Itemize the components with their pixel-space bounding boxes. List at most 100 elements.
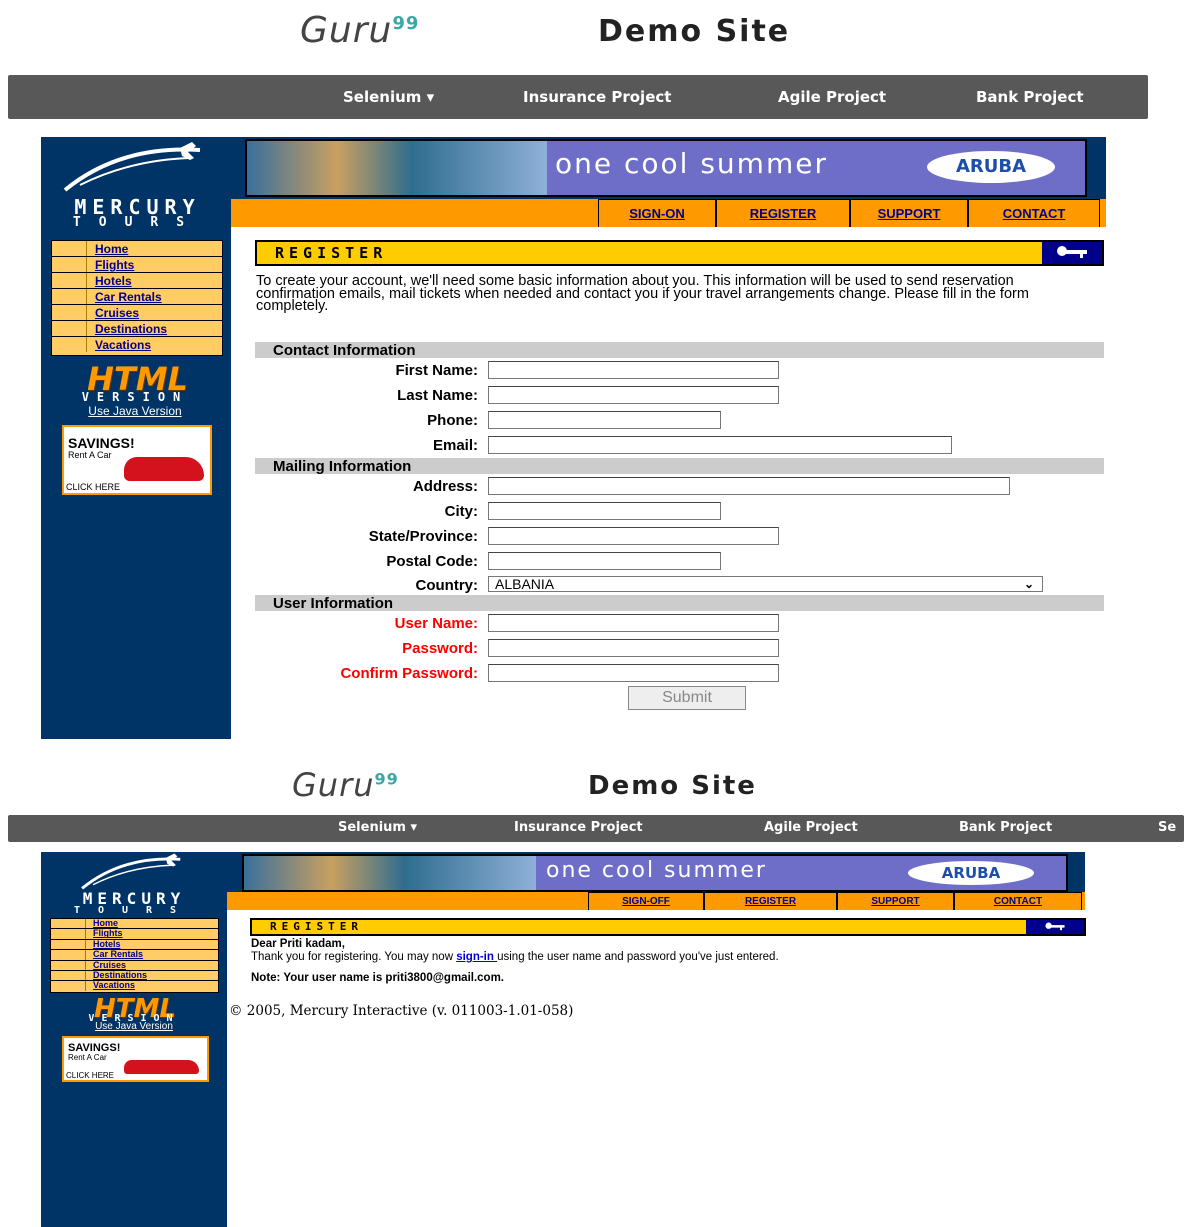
last-name-input[interactable] — [488, 386, 779, 404]
postal-code-label: Postal Code: — [386, 553, 478, 570]
email-input[interactable] — [488, 436, 952, 454]
intro-paragraph: To create your account, we'll need some … — [256, 273, 1029, 314]
nav-support[interactable]: SUPPORT — [850, 199, 968, 227]
logo-sup: 99 — [374, 769, 399, 789]
aruba-logo: ARUBA — [908, 861, 1034, 885]
register-title-bar: REGISTER — [255, 240, 1104, 266]
car-image — [124, 1060, 199, 1074]
first-name-label: First Name: — [395, 362, 478, 379]
top-navbar: Selenium ▾ Insurance Project Agile Proje… — [8, 75, 1148, 119]
top-nav-links: SIGN-ON REGISTER SUPPORT CONTACT — [598, 199, 1100, 227]
nav-bank-project[interactable]: Bank Project — [976, 88, 1084, 106]
key-icon-box — [1026, 920, 1084, 934]
guru99-logo[interactable]: Guru99 — [292, 766, 399, 804]
username-note: Note: Your user name is priti3800@gmail.… — [251, 972, 505, 984]
mercury-brand: MERCURY TOURS — [50, 195, 225, 230]
banner-slogan: one cool summer — [555, 147, 828, 180]
menu-home[interactable]: Home — [95, 242, 128, 256]
logo-text: Guru — [300, 10, 393, 51]
nav-contact[interactable]: CONTACT — [968, 199, 1100, 227]
aruba-banner[interactable]: one cool summer ARUBA — [245, 139, 1087, 197]
version-label: VERSION — [81, 390, 189, 404]
nav-sign-off[interactable]: SIGN-OFF — [588, 892, 704, 910]
menu-vacations[interactable]: Vacations — [93, 980, 135, 990]
nav-insurance-project[interactable]: Insurance Project — [523, 88, 671, 106]
menu-car-rentals[interactable]: Car Rentals — [93, 949, 143, 959]
country-select[interactable]: ALBANIA ⌄ — [488, 576, 1043, 592]
nav-sign-on[interactable]: SIGN-ON — [598, 199, 716, 227]
use-java-version-link[interactable]: Use Java Version — [55, 1021, 213, 1032]
menu-row: Vacations — [52, 337, 222, 352]
menu-destinations[interactable]: Destinations — [93, 970, 147, 980]
nav-support[interactable]: SUPPORT — [837, 892, 954, 910]
confirm-password-input[interactable] — [488, 664, 779, 682]
rent-a-car-ad[interactable]: SAVINGS! Rent A Car CLICK HERE — [62, 425, 212, 495]
banner-photo — [244, 856, 536, 890]
mailing-section-label: Mailing Information — [273, 458, 412, 475]
menu-hotels[interactable]: Hotels — [93, 939, 121, 949]
top-navbar: Selenium ▾ Insurance Project Agile Proje… — [8, 815, 1184, 842]
phone-label: Phone: — [427, 412, 478, 429]
phone-input[interactable] — [488, 411, 721, 429]
menu-cruises[interactable]: Cruises — [93, 960, 126, 970]
mercury-side-menu: Home Flights Hotels Car Rentals Cruises … — [51, 240, 223, 356]
address-input[interactable] — [488, 477, 1010, 495]
city-input[interactable] — [488, 502, 721, 520]
menu-home[interactable]: Home — [93, 918, 118, 928]
password-input[interactable] — [488, 639, 779, 657]
state-input[interactable] — [488, 527, 779, 545]
submit-button[interactable]: Submit — [628, 686, 746, 710]
menu-flights[interactable]: Flights — [95, 258, 134, 272]
contact-section-label: Contact Information — [273, 342, 416, 359]
nav-bank-project[interactable]: Bank Project — [959, 820, 1052, 835]
sign-in-link[interactable]: sign-in — [456, 951, 497, 963]
ad-sub: Rent A Car — [68, 450, 112, 460]
mailing-section-header: Mailing Information — [255, 458, 1104, 475]
aruba-banner[interactable]: one cool summer ARUBA — [242, 854, 1068, 892]
nav-contact[interactable]: CONTACT — [954, 892, 1082, 910]
nav-selenium[interactable]: Selenium ▾ — [338, 820, 417, 835]
page-title: REGISTER — [270, 920, 363, 933]
ad-click-here: CLICK HERE — [66, 1071, 115, 1080]
nav-register[interactable]: REGISTER — [716, 199, 850, 227]
thanks-before: Thank you for registering. You may now — [251, 951, 457, 963]
copyright-footer: © 2005, Mercury Interactive (v. 011003-1… — [229, 1003, 574, 1019]
mercury-brand: MERCURY TOURS — [48, 889, 220, 917]
key-icon — [1057, 246, 1087, 258]
country-label: Country: — [415, 577, 479, 594]
menu-cruises[interactable]: Cruises — [95, 306, 139, 320]
ad-sub: Rent A Car — [68, 1053, 107, 1062]
banner-slogan: one cool summer — [546, 858, 767, 883]
guru99-logo[interactable]: Guru99 — [300, 10, 419, 51]
menu-row: Hotels — [52, 273, 222, 289]
menu-row: Home — [52, 241, 222, 257]
country-value: ALBANIA — [495, 576, 555, 592]
address-label: Address: — [412, 478, 478, 495]
nav-register[interactable]: REGISTER — [704, 892, 837, 910]
nav-selenium[interactable]: Selenium ▾ — [343, 88, 434, 106]
menu-row: Vacations — [51, 980, 218, 991]
rent-a-car-ad[interactable]: SAVINGS! Rent A Car CLICK HERE — [62, 1036, 209, 1082]
brand-line1: MERCURY — [74, 195, 201, 219]
user-name-input[interactable] — [488, 614, 779, 632]
email-label: Email: — [432, 437, 478, 454]
user-name-label: User Name: — [394, 615, 478, 632]
use-java-version-link[interactable]: Use Java Version — [55, 404, 215, 418]
last-name-label: Last Name: — [397, 387, 478, 404]
nav-agile-project[interactable]: Agile Project — [764, 820, 858, 835]
nav-insurance-project[interactable]: Insurance Project — [514, 820, 643, 835]
site-title: Demo Site — [598, 14, 791, 49]
menu-hotels[interactable]: Hotels — [95, 274, 132, 288]
nav-selenium-cut[interactable]: Se — [1158, 820, 1176, 835]
postal-code-input[interactable] — [488, 552, 721, 570]
first-name-input[interactable] — [488, 361, 779, 379]
menu-car-rentals[interactable]: Car Rentals — [95, 290, 162, 304]
plane-icon — [81, 853, 181, 890]
menu-flights[interactable]: Flights — [93, 928, 123, 938]
menu-vacations[interactable]: Vacations — [95, 338, 151, 352]
menu-destinations[interactable]: Destinations — [95, 322, 167, 336]
chevron-down-icon: ⌄ — [1023, 577, 1034, 591]
menu-row: Home — [51, 918, 218, 930]
brand-line1: MERCURY — [82, 889, 186, 908]
nav-agile-project[interactable]: Agile Project — [778, 88, 886, 106]
